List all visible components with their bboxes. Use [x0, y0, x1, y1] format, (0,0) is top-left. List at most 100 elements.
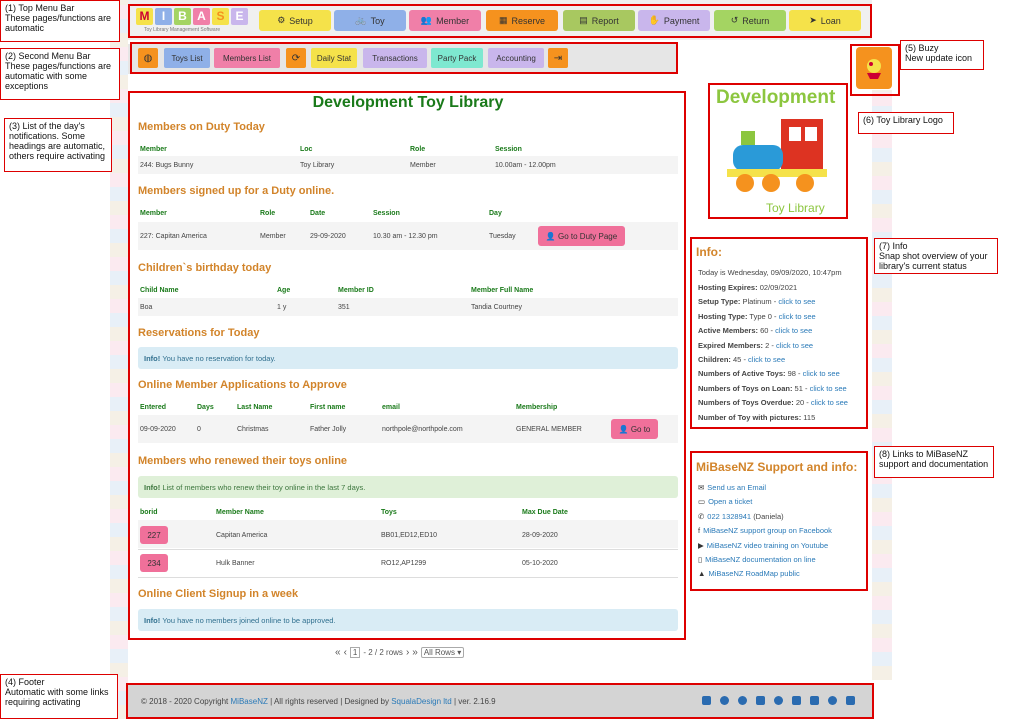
col-session[interactable]: Session: [373, 210, 400, 217]
envelope-icon: ✉: [698, 483, 705, 492]
support-item: ✆ 022 1328941 (Daniela): [698, 511, 784, 521]
birthday-member-id: 351: [338, 304, 350, 311]
next-page-icon[interactable]: ›: [406, 647, 409, 658]
col-role[interactable]: Role: [410, 146, 425, 153]
logo-text-bottom: Toy Library: [766, 201, 825, 215]
col-membership[interactable]: Membership: [516, 404, 557, 411]
signup-date: 29-09-2020: [310, 233, 346, 240]
col-role[interactable]: Role: [260, 210, 275, 217]
birthday-full-name: Tandia Courtney: [471, 304, 522, 311]
info-item: Numbers of Toys on Loan: 51 - click to s…: [698, 383, 847, 393]
prev-page-icon[interactable]: ‹: [344, 647, 347, 658]
duty-session: 10.00am - 12.00pm: [495, 162, 556, 169]
info-item: Expired Members: 2 - click to see: [698, 340, 814, 350]
youtube-icon: ▶: [698, 540, 704, 550]
phone-icon: ✆: [698, 511, 705, 521]
col-loc[interactable]: Loc: [300, 146, 312, 153]
col-age[interactable]: Age: [277, 287, 290, 294]
col-member[interactable]: Member: [140, 210, 167, 217]
go-to-application-button[interactable]: 👤 Go to: [611, 419, 658, 439]
click-to-see-link[interactable]: click to see: [775, 326, 812, 335]
col-session[interactable]: Session: [495, 146, 522, 153]
support-link[interactable]: 022 1328941: [707, 512, 751, 521]
col-date[interactable]: Date: [310, 210, 325, 217]
section-heading-renewed: Members who renewed their toys online: [138, 455, 348, 467]
row-divider: [138, 577, 678, 578]
support-heading: MiBaseNZ Support and info:: [696, 460, 858, 474]
annotation-logo: (6) Toy Library Logo: [858, 112, 954, 134]
annotation-info: (7) Info Snap shot overview of your libra…: [874, 238, 998, 274]
duty-loc: Toy Library: [300, 162, 335, 169]
annotation-support: (8) Links to MiBaseNZ support and docume…: [874, 446, 994, 478]
info-heading: Info:: [696, 245, 722, 259]
click-to-see-link[interactable]: click to see: [779, 312, 816, 321]
section-heading-reservations: Reservations for Today: [138, 327, 260, 339]
col-member-name[interactable]: Member Name: [216, 509, 264, 516]
info-item: Hosting Expires: 02/09/2021: [698, 283, 798, 292]
col-max-due-date[interactable]: Max Due Date: [522, 509, 568, 516]
envelope-icon[interactable]: [702, 696, 711, 705]
youtube-icon[interactable]: [792, 696, 801, 705]
col-days[interactable]: Days: [197, 404, 214, 411]
renew-due: 28-09-2020: [522, 532, 558, 539]
go-to-duty-page-button[interactable]: 👤 Go to Duty Page: [538, 226, 625, 246]
phone-icon[interactable]: [720, 696, 729, 705]
click-to-see-link[interactable]: click to see: [748, 355, 785, 364]
renew-toys: RO12,AP1299: [381, 560, 427, 567]
birthday-age: 1 y: [277, 304, 287, 311]
road-icon: ▲: [698, 569, 706, 579]
designer-link[interactable]: SqualaDesign ltd: [391, 697, 451, 706]
instagram-icon[interactable]: [828, 696, 837, 705]
click-to-see-link[interactable]: click to see: [803, 369, 840, 378]
birthday-child: Boa: [140, 304, 153, 311]
twitter-icon[interactable]: [774, 696, 783, 705]
info-item: Numbers of Toys Overdue: 20 - click to s…: [698, 398, 848, 408]
click-to-see-link[interactable]: click to see: [778, 297, 815, 306]
col-child-name[interactable]: Child Name: [140, 287, 179, 294]
signup-member: 227: Capitan America: [140, 233, 207, 240]
support-link[interactable]: Open a ticket: [708, 497, 752, 506]
support-link[interactable]: MiBaseNZ support group on Facebook: [703, 526, 832, 535]
annotation-buzy: (5) Buzy New update icon: [900, 40, 984, 70]
last-page-icon[interactable]: »: [412, 647, 418, 658]
support-item: ▲ MiBaseNZ RoadMap public: [698, 569, 800, 578]
row-divider: [138, 549, 678, 550]
info-item: Active Members: 60 - click to see: [698, 326, 813, 336]
col-entered[interactable]: Entered: [140, 404, 166, 411]
info-item: Setup Type: Platinum - click to see: [698, 297, 816, 307]
borid-button[interactable]: 227: [140, 526, 168, 544]
col-member-id[interactable]: Member ID: [338, 287, 374, 294]
facebook-icon[interactable]: [756, 696, 765, 705]
annotation-notifications: (3) List of the day's notifications. Som…: [4, 118, 112, 172]
signup-role: Member: [260, 233, 286, 240]
support-link[interactable]: MiBaseNZ documentation on line: [705, 555, 815, 564]
col-member[interactable]: Member: [140, 146, 167, 153]
col-member-full-name[interactable]: Member Full Name: [471, 287, 533, 294]
facebook-icon: f: [698, 526, 701, 536]
col-toys[interactable]: Toys: [381, 509, 397, 516]
today-text: Today is Wednesday, 09/09/2020, 10:47pm: [698, 268, 842, 277]
support-link[interactable]: MiBaseNZ RoadMap public: [708, 569, 799, 578]
support-link[interactable]: Send us an Email: [707, 483, 766, 492]
first-page-icon[interactable]: «: [335, 647, 341, 658]
col-borid[interactable]: borid: [140, 509, 158, 516]
col-first-name[interactable]: First name: [310, 404, 345, 411]
support-link[interactable]: MiBaseNZ video training on Youtube: [707, 541, 828, 550]
section-heading-applications: Online Member Applications to Approve: [138, 379, 347, 391]
support-item: ▶ MiBaseNZ video training on Youtube: [698, 541, 828, 550]
section-heading-signup: Members signed up for a Duty online.: [138, 185, 335, 197]
col-day[interactable]: Day: [489, 210, 502, 217]
page-number-input[interactable]: 1: [349, 647, 361, 658]
borid-button[interactable]: 234: [140, 554, 168, 572]
mibasenz-link[interactable]: MiBaseNZ: [231, 697, 268, 706]
click-to-see-link[interactable]: click to see: [810, 384, 847, 393]
user-icon: 👤: [545, 231, 556, 241]
col-last-name[interactable]: Last Name: [237, 404, 272, 411]
col-email[interactable]: email: [382, 404, 400, 411]
globe-icon[interactable]: [738, 696, 747, 705]
click-to-see-link[interactable]: click to see: [811, 398, 848, 407]
rows-select[interactable]: All Rows ▾: [420, 647, 465, 658]
video-icon[interactable]: [810, 696, 819, 705]
linkedin-icon[interactable]: [846, 696, 855, 705]
click-to-see-link[interactable]: click to see: [776, 341, 813, 350]
